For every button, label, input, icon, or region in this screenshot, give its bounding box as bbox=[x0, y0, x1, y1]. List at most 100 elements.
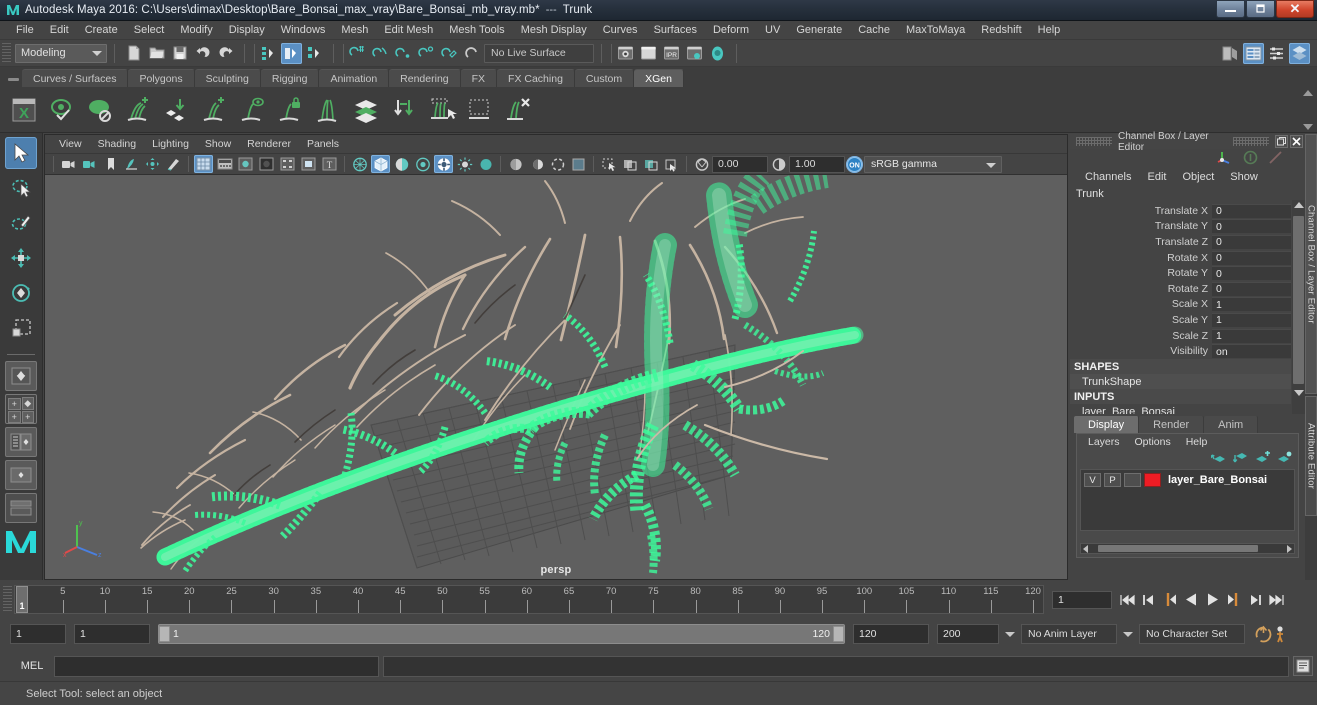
channelbox-menu-edit[interactable]: Edit bbox=[1140, 170, 1173, 184]
xgen-add-description-icon[interactable] bbox=[120, 92, 156, 128]
scroll-down-icon[interactable] bbox=[1294, 390, 1304, 396]
show-hide-tool-settings-icon[interactable] bbox=[1289, 42, 1310, 64]
menu-file[interactable]: File bbox=[8, 22, 42, 38]
time-cursor[interactable]: 1 bbox=[16, 586, 28, 613]
menu-mesh-display[interactable]: Mesh Display bbox=[513, 22, 595, 38]
shaded-textured-icon[interactable] bbox=[434, 155, 453, 173]
range-start-field[interactable]: 1 bbox=[74, 624, 150, 644]
channel-row-visibility[interactable]: Visibility on bbox=[1070, 343, 1305, 359]
range-end-field[interactable]: 120 bbox=[853, 624, 929, 644]
close-button[interactable]: ✕ bbox=[1276, 0, 1314, 18]
scale-tool[interactable] bbox=[5, 312, 37, 344]
menu-mesh-tools[interactable]: Mesh Tools bbox=[441, 22, 512, 38]
resolution-gate-icon[interactable] bbox=[236, 155, 255, 173]
channel-value[interactable]: 0 bbox=[1212, 250, 1291, 265]
script-editor-icon[interactable] bbox=[1293, 656, 1313, 676]
go-to-end-icon[interactable] bbox=[1265, 589, 1286, 610]
channelbox-menu-channels[interactable]: Channels bbox=[1078, 170, 1138, 184]
xray-icon[interactable] bbox=[620, 155, 639, 173]
layer-menu-help[interactable]: Help bbox=[1179, 436, 1215, 448]
channel-row-rotate-z[interactable]: Rotate Z 0 bbox=[1070, 281, 1305, 297]
xgen-region-select-icon[interactable] bbox=[462, 92, 498, 128]
xray-joints-icon[interactable] bbox=[641, 155, 660, 173]
xgen-disable-preview-icon[interactable] bbox=[82, 92, 118, 128]
viewport-menu-lighting[interactable]: Lighting bbox=[144, 137, 197, 151]
exposure-icon[interactable] bbox=[692, 155, 711, 173]
layer-menu-options[interactable]: Options bbox=[1128, 436, 1178, 448]
layer-visibility-toggle[interactable]: V bbox=[1084, 473, 1101, 487]
menu-display[interactable]: Display bbox=[221, 22, 273, 38]
step-back-frame-icon[interactable] bbox=[1160, 589, 1181, 610]
attribute-toggle-icon[interactable] bbox=[1243, 150, 1258, 168]
tab-render[interactable]: Render bbox=[1139, 416, 1205, 433]
shelf-collapse-handle[interactable] bbox=[4, 71, 22, 87]
tab-display[interactable]: Display bbox=[1074, 416, 1140, 433]
render-current-frame-icon[interactable] bbox=[615, 43, 636, 64]
viewport-menu-panels[interactable]: Panels bbox=[299, 137, 347, 151]
show-hide-attribute-editor-icon[interactable] bbox=[1266, 43, 1287, 64]
channel-row-translate-z[interactable]: Translate Z 0 bbox=[1070, 234, 1305, 250]
select-by-component-icon[interactable] bbox=[304, 43, 325, 64]
new-scene-icon[interactable] bbox=[123, 43, 144, 64]
lasso-select-tool[interactable] bbox=[5, 172, 37, 204]
image-plane-icon[interactable] bbox=[122, 155, 141, 173]
shelf-tab-sculpting[interactable]: Sculpting bbox=[194, 69, 261, 87]
grease-pencil-icon[interactable] bbox=[164, 155, 183, 173]
chevron-down-icon[interactable] bbox=[1005, 631, 1015, 637]
multisample-aa-icon[interactable] bbox=[548, 155, 567, 173]
shelf-tab-curves-surfaces[interactable]: Curves / Surfaces bbox=[22, 69, 129, 87]
layer-row[interactable]: V P layer_Bare_Bonsai bbox=[1084, 473, 1291, 487]
grid-toggle-icon[interactable] bbox=[194, 155, 213, 173]
channelbox-menu-object[interactable]: Object bbox=[1175, 170, 1221, 184]
channel-value[interactable]: 0 bbox=[1212, 266, 1291, 281]
ipr-render-icon[interactable]: IPR bbox=[661, 43, 682, 64]
menu-generate[interactable]: Generate bbox=[788, 22, 850, 38]
color-management-dropdown[interactable]: sRGB gamma bbox=[864, 155, 1002, 173]
two-d-pan-zoom-icon[interactable] bbox=[143, 155, 162, 173]
chevron-up-icon[interactable] bbox=[1303, 90, 1313, 96]
wireframe-shading-icon[interactable] bbox=[350, 155, 369, 173]
safe-title-icon[interactable]: T bbox=[320, 155, 339, 173]
menu-create[interactable]: Create bbox=[77, 22, 126, 38]
xgen-select-guides-icon[interactable] bbox=[424, 92, 460, 128]
bookmarks-icon[interactable] bbox=[101, 155, 120, 173]
smooth-shade-all-icon[interactable] bbox=[371, 155, 390, 173]
gamma-field[interactable]: 1.00 bbox=[789, 155, 845, 173]
xgen-layers-icon[interactable] bbox=[348, 92, 384, 128]
new-layer-icon[interactable] bbox=[1255, 450, 1270, 467]
menu-deform[interactable]: Deform bbox=[705, 22, 757, 38]
menu-help[interactable]: Help bbox=[1030, 22, 1069, 38]
move-tool[interactable] bbox=[5, 242, 37, 274]
step-forward-keyframe-icon[interactable] bbox=[1244, 589, 1265, 610]
command-language-label[interactable]: MEL bbox=[10, 660, 54, 672]
statusline-grip[interactable] bbox=[2, 42, 11, 64]
channel-value[interactable]: 0 bbox=[1212, 203, 1291, 218]
xgen-clumping-icon[interactable] bbox=[310, 92, 346, 128]
shelf-tab-custom[interactable]: Custom bbox=[574, 69, 635, 87]
scroll-left-icon[interactable] bbox=[1083, 544, 1088, 553]
channelbox-menu-show[interactable]: Show bbox=[1223, 170, 1265, 184]
channel-row-translate-y[interactable]: Translate Y 0 bbox=[1070, 219, 1305, 235]
persp-outliner-layout[interactable] bbox=[5, 427, 37, 457]
rotate-tool[interactable] bbox=[5, 277, 37, 309]
motion-blur-icon[interactable] bbox=[527, 155, 546, 173]
shelf-tab-rigging[interactable]: Rigging bbox=[260, 69, 320, 87]
shelf-tab-animation[interactable]: Animation bbox=[319, 69, 390, 87]
hypershade-persp-layout[interactable] bbox=[5, 493, 37, 523]
shadows-icon[interactable] bbox=[476, 155, 495, 173]
show-hide-editors-icon[interactable] bbox=[1220, 43, 1241, 64]
vtab-channel-box-layer-editor[interactable]: Channel Box / Layer Editor bbox=[1305, 134, 1317, 394]
scroll-right-icon[interactable] bbox=[1287, 544, 1292, 553]
select-camera-icon[interactable] bbox=[59, 155, 78, 173]
minimize-button[interactable] bbox=[1216, 0, 1245, 18]
xgen-delete-guides-icon[interactable] bbox=[500, 92, 536, 128]
channel-row-scale-z[interactable]: Scale Z 1 bbox=[1070, 328, 1305, 344]
color-management-toggle-icon[interactable]: ON bbox=[846, 155, 863, 173]
gate-mask-icon[interactable] bbox=[257, 155, 276, 173]
persp-graph-layout[interactable] bbox=[5, 460, 37, 490]
select-by-object-icon[interactable] bbox=[281, 42, 302, 64]
animation-preferences-icon[interactable] bbox=[1274, 624, 1295, 645]
speed-toggle-icon[interactable] bbox=[1268, 150, 1283, 168]
undo-icon[interactable] bbox=[192, 43, 213, 64]
panel-drag-handle[interactable] bbox=[1076, 137, 1112, 146]
